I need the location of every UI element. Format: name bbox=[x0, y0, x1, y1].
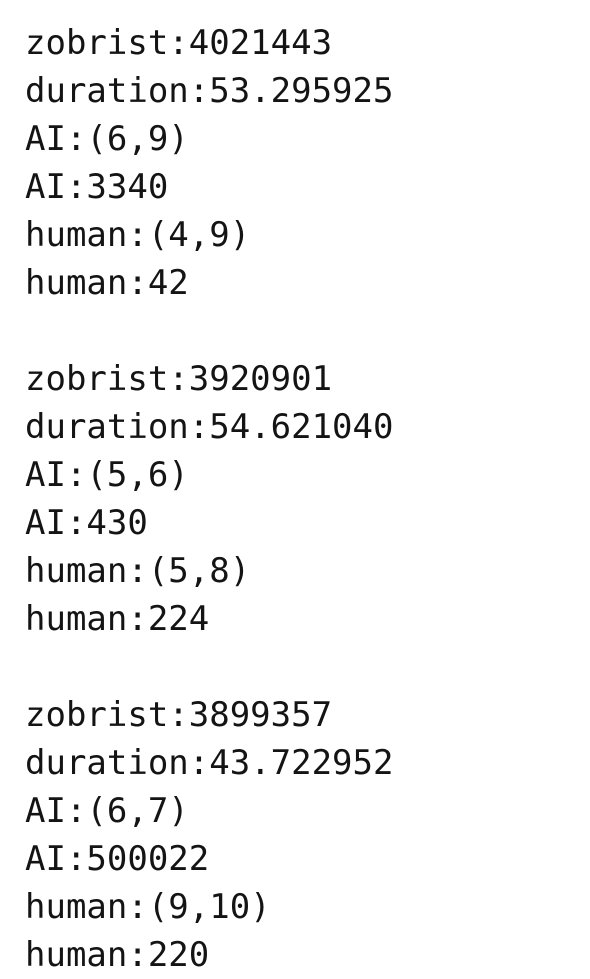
duration-line: duration:54.621040 bbox=[25, 407, 394, 447]
ai-score-line: AI:500022 bbox=[25, 839, 210, 879]
zobrist-line: zobrist:3920901 bbox=[25, 359, 333, 399]
console-output: zobrist:4021443 duration:53.295925 AI:(6… bbox=[25, 19, 585, 979]
log-block: zobrist:4021443 duration:53.295925 AI:(6… bbox=[25, 19, 585, 307]
zobrist-line: zobrist:3899357 bbox=[25, 695, 333, 735]
human-move-line: human:(4,9) bbox=[25, 215, 251, 255]
zobrist-line: zobrist:4021443 bbox=[25, 23, 333, 63]
ai-score-line: AI:3340 bbox=[25, 167, 169, 207]
human-score-line: human:224 bbox=[25, 599, 210, 639]
human-score-line: human:220 bbox=[25, 935, 210, 975]
human-score-line: human:42 bbox=[25, 263, 189, 303]
ai-move-line: AI:(6,9) bbox=[25, 119, 189, 159]
log-block: zobrist:3920901 duration:54.621040 AI:(5… bbox=[25, 355, 585, 643]
duration-line: duration:53.295925 bbox=[25, 71, 394, 111]
log-block: zobrist:3899357 duration:43.722952 AI:(6… bbox=[25, 691, 585, 979]
human-move-line: human:(9,10) bbox=[25, 887, 271, 927]
duration-line: duration:43.722952 bbox=[25, 743, 394, 783]
ai-score-line: AI:430 bbox=[25, 503, 148, 543]
ai-move-line: AI:(5,6) bbox=[25, 455, 189, 495]
human-move-line: human:(5,8) bbox=[25, 551, 251, 591]
ai-move-line: AI:(6,7) bbox=[25, 791, 189, 831]
